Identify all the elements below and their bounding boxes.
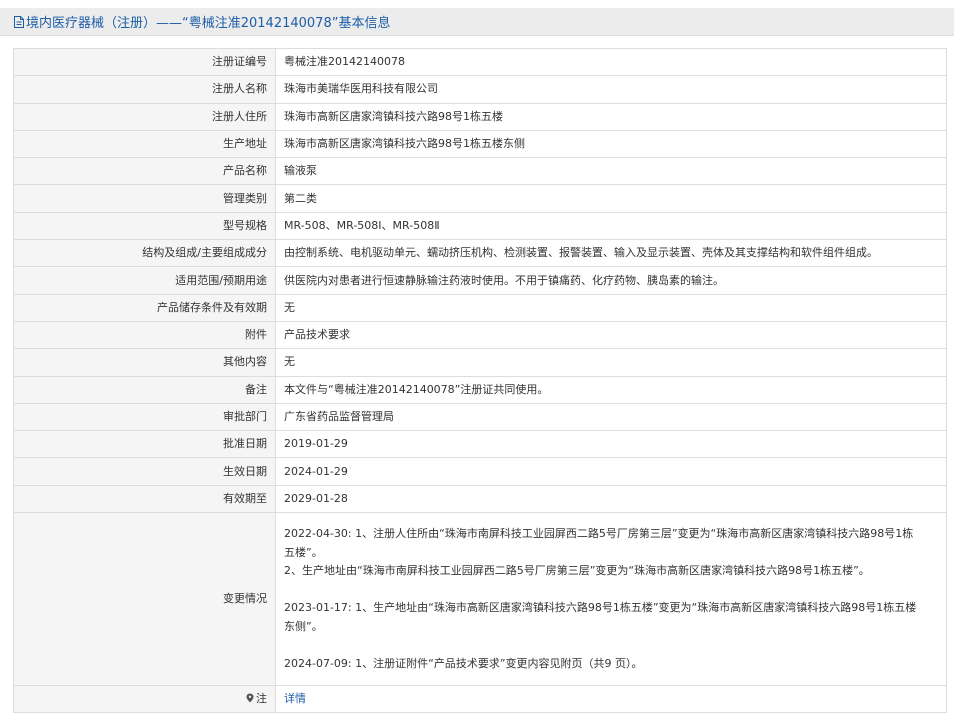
field-label: 审批部门 [13, 402, 276, 432]
note-label-cell: 注 [13, 685, 276, 714]
field-value: 珠海市高新区唐家湾镇科技六路98号1栋五楼 [275, 102, 947, 131]
field-label: 产品名称 [13, 157, 276, 186]
table-row: 附件 产品技术要求 [13, 320, 947, 350]
field-value: 供医院内对患者进行恒速静脉输注药液时使用。不用于镇痛药、化疗药物、胰岛素的输注。 [275, 266, 947, 295]
field-value: 2024-01-29 [275, 457, 947, 486]
field-value: 广东省药品监督管理局 [275, 402, 947, 432]
field-value: 本文件与“粤械注准20142140078”注册证共同使用。 [275, 375, 947, 404]
change-line: 2、生产地址由“珠海市南屏科技工业园屏西二路5号厂房第三层”变更为“珠海市高新区… [284, 564, 870, 578]
field-label: 适用范围/预期用途 [13, 266, 276, 295]
change-line: 东侧”。 [284, 619, 323, 633]
field-label: 生效日期 [13, 457, 276, 486]
field-label: 注册人住所 [13, 102, 276, 131]
field-value: 无 [275, 293, 947, 322]
field-label: 生产地址 [13, 129, 276, 159]
change-line: 五楼”。 [284, 545, 323, 559]
table-row: 适用范围/预期用途 供医院内对患者进行恒速静脉输注药液时使用。不用于镇痛药、化疗药… [13, 266, 947, 295]
field-label: 附件 [13, 320, 276, 350]
field-value: 由控制系统、电机驱动单元、蠕动挤压机构、检测装置、报警装置、输入及显示装置、壳体… [275, 239, 947, 268]
table-row-note: 注 详情 [13, 685, 947, 714]
field-label: 型号规格 [13, 211, 276, 241]
change-line: 2024-07-09: 1、注册证附件“产品技术要求”变更内容见附页（共9 页）… [284, 656, 643, 670]
field-label: 注册人名称 [13, 75, 276, 104]
table-row: 产品储存条件及有效期无 [13, 293, 947, 322]
table-row: 批准日期 2019-01-29 [13, 430, 947, 459]
changes-value: 2022-04-30: 1、注册人住所由“珠海市南屏科技工业园屏西二路5号厂房第… [275, 512, 947, 687]
field-value: 无 [275, 348, 947, 377]
change-line: 2023-01-17: 1、生产地址由“珠海市高新区唐家湾镇科技六路98号1栋五… [284, 601, 917, 615]
registration-info-table: 注册证编号 粤械注准20142140078 注册人名称 珠海市美瑞华医用科技有限公司注… [13, 47, 947, 714]
details-link[interactable]: 详情 [284, 692, 306, 705]
field-value: 第二类 [275, 184, 947, 213]
table-row: 型号规格 MR-508、MR-508Ⅰ、MR-508Ⅱ [13, 211, 947, 241]
field-value: 2019-01-29 [275, 430, 947, 459]
field-label: 有效期至 [13, 484, 276, 514]
field-label: 其他内容 [13, 348, 276, 377]
table-row: 审批部门 广东省药品监督管理局 [13, 402, 947, 432]
document-icon [13, 15, 25, 29]
table-row: 注册人住所 珠海市高新区唐家湾镇科技六路98号1栋五楼 [13, 102, 947, 131]
table-row: 生效日期 2024-01-29 [13, 457, 947, 486]
note-label: 注 [256, 692, 267, 706]
location-pin-icon [246, 692, 254, 703]
table-row: 注册证编号 粤械注准20142140078 [13, 47, 947, 77]
page-title: 境内医疗器械（注册）——“粤械注准20142140078”基本信息 [26, 16, 391, 31]
change-line: 2022-04-30: 1、注册人住所由“珠海市南屏科技工业园屏西二路5号厂房第… [284, 527, 914, 541]
table-row: 生产地址 珠海市高新区唐家湾镇科技六路98号1栋五楼东侧 [13, 129, 947, 159]
field-value: 2029-01-28 [275, 484, 947, 514]
page-title-bar: 境内医疗器械（注册）——“粤械注准20142140078”基本信息 [0, 8, 954, 36]
table-row: 有效期至 2029-01-28 [13, 484, 947, 514]
table-row: 注册人名称 珠海市美瑞华医用科技有限公司 [13, 75, 947, 104]
field-value: 产品技术要求 [275, 320, 947, 350]
table-row: 结构及组成/主要组成成分 由控制系统、电机驱动单元、蠕动挤压机构、检测装置、报警装… [13, 239, 947, 268]
table-row: 管理类别 第二类 [13, 184, 947, 213]
note-value: 详情 [275, 685, 947, 714]
table-row: 其他内容无 [13, 348, 947, 377]
field-value: 珠海市美瑞华医用科技有限公司 [275, 75, 947, 104]
change-entry: 2022-04-30: 1、注册人住所由“珠海市南屏科技工业园屏西二路5号厂房第… [284, 525, 938, 581]
table-row-changes: 变更情况 2022-04-30: 1、注册人住所由“珠海市南屏科技工业园屏西二路… [13, 512, 947, 687]
field-label: 产品储存条件及有效期 [13, 293, 276, 322]
field-label: 批准日期 [13, 430, 276, 459]
field-label: 结构及组成/主要组成成分 [13, 239, 276, 268]
field-label: 注册证编号 [13, 47, 276, 77]
field-value: 珠海市高新区唐家湾镇科技六路98号1栋五楼东侧 [275, 129, 947, 159]
field-label: 管理类别 [13, 184, 276, 213]
field-value: 输液泵 [275, 157, 947, 186]
change-entry: 2024-07-09: 1、注册证附件“产品技术要求”变更内容见附页（共9 页）… [284, 655, 938, 674]
change-entry: 2023-01-17: 1、生产地址由“珠海市高新区唐家湾镇科技六路98号1栋五… [284, 599, 938, 636]
field-label: 备注 [13, 375, 276, 404]
field-label: 变更情况 [13, 512, 276, 687]
table-row: 备注 本文件与“粤械注准20142140078”注册证共同使用。 [13, 375, 947, 404]
table-row: 产品名称 输液泵 [13, 157, 947, 186]
changes-list: 2022-04-30: 1、注册人住所由“珠海市南屏科技工业园屏西二路5号厂房第… [284, 521, 938, 677]
field-value: MR-508、MR-508Ⅰ、MR-508Ⅱ [275, 211, 947, 241]
field-value: 粤械注准20142140078 [275, 47, 947, 77]
